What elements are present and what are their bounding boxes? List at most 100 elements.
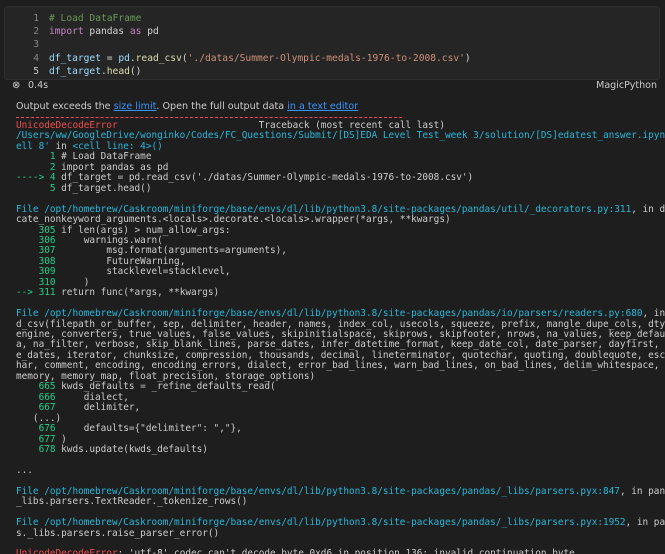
traceback-line: 667 delimiter, [16, 402, 656, 413]
traceback-line: UnicodeDecodeError Traceback (most recen… [16, 120, 656, 131]
traceback-line: ell 8' in <cell line: 4>() [16, 141, 656, 152]
traceback-text: 2 [16, 161, 56, 173]
line-number: 4 [33, 52, 39, 64]
traceback-text: 665 [16, 381, 56, 393]
language-indicator[interactable]: MagicPython [596, 80, 657, 91]
code-text: df_target.head() [49, 65, 141, 78]
traceback-line: _libs.parsers.TextReader._tokenize_rows(… [16, 496, 656, 507]
traceback-text: msg.format(arguments=arguments), [55, 245, 287, 257]
traceback-line: 676 defaults={"delimiter": ","}, [16, 423, 656, 434]
traceback-line: /Users/ww/GoogleDrive/wonginko/Codes/FC_… [16, 130, 665, 141]
traceback-line: UnicodeDecodeError: 'utf-8' codec can't … [16, 548, 656, 554]
traceback-line: s._libs.parsers.raise_parser_error() [16, 528, 656, 539]
traceback-text: 666 [16, 391, 56, 403]
traceback-text: File /opt/homebrew/Caskroom/miniforge/ba… [16, 308, 643, 320]
traceback-text: <cell line: 4>() [72, 140, 163, 152]
traceback-text: return func(*args, **kwargs) [55, 287, 220, 299]
traceback-text: : 'utf-8' codec can't decode byte 0xd6 i… [117, 548, 575, 554]
code-token: df_target [49, 65, 101, 77]
traceback-line: 306 warnings.warn( [16, 235, 656, 246]
traceback-text: , in pandas. [619, 485, 665, 497]
traceback-line: 2 import pandas as pd [16, 162, 656, 173]
traceback-text: ----> 4 [16, 172, 56, 184]
traceback-line [16, 454, 656, 465]
traceback-text: stacklevel=stacklevel, [55, 266, 231, 278]
output-notice: Output exceeds the size limit. Open the … [16, 101, 656, 112]
traceback-text: kwds_defaults = _refine_defaults_read( [55, 381, 276, 393]
traceback-line: 1 # Load DataFrame [16, 151, 656, 162]
traceback-text: delimiter, [55, 402, 141, 414]
code-editor[interactable]: 1 # Load DataFrame 2 import pandas as pd 3 4 d… [4, 6, 660, 80]
traceback-text: warnings.warn( [55, 234, 163, 246]
notice-middle: . Open the full output data [156, 101, 288, 112]
traceback-line: e_dates, iterator, chunksize, compressio… [16, 350, 665, 361]
traceback-line: 305 if len(args) > num_allow_args: [16, 225, 656, 236]
traceback-line: 307 msg.format(arguments=arguments), [16, 245, 656, 256]
traceback-text: e_dates, iterator, chunksize, compressio… [16, 349, 665, 361]
traceback-text: 667 [16, 402, 56, 414]
code-token: import [49, 26, 84, 38]
code-token: () [129, 65, 142, 77]
code-token: as [129, 26, 142, 38]
traceback-text: 305 [16, 224, 56, 236]
traceback-line: 5 df_target.head() [16, 183, 656, 194]
size-limit-link[interactable]: size limit [114, 101, 157, 112]
traceback-text: s._libs.parsers.raise_parser_error() [16, 527, 220, 539]
traceback-text: 5 [16, 182, 56, 194]
notebook-cell: 1 # Load DataFrame 2 import pandas as pd 3 4 d… [0, 0, 665, 94]
line-number: 2 [33, 26, 39, 38]
traceback-text: , in depre [631, 203, 665, 215]
traceback-line: har, comment, encoding, encoding_errors,… [16, 360, 659, 371]
traceback-separator [16, 117, 402, 118]
traceback-text: _libs.parsers.TextReader._tokenize_rows(… [16, 496, 248, 508]
traceback-text: UnicodeDecodeError [16, 120, 118, 131]
code-token: head [106, 65, 130, 77]
traceback-text: (...) [16, 412, 62, 424]
code-text: import pandas as pd [49, 25, 159, 38]
traceback-line [16, 298, 656, 309]
traceback-line: ----> 4 df_target = pd.read_csv('./datas… [16, 172, 656, 183]
traceback-text: ... [16, 464, 33, 476]
traceback-text: 310 [16, 276, 56, 288]
traceback-text: # Load DataFrame [55, 151, 152, 163]
traceback-text: 307 [16, 245, 56, 257]
traceback-text: kwds.update(kwds_defaults) [55, 443, 208, 455]
code-token: ) [464, 52, 471, 64]
traceback-text: cate_nonkeyword_arguments.<locals>.decor… [16, 214, 451, 226]
cell-output: Output exceeds the size limit. Open the … [0, 98, 665, 554]
traceback-line: a, na_filter, verbose, skip_blank_lines,… [16, 339, 659, 350]
line-number: 3 [33, 39, 39, 51]
traceback-line [16, 475, 656, 486]
traceback-text: 677 [16, 433, 56, 445]
traceback-line: memory, memory_map, float_precision, sto… [16, 371, 656, 382]
traceback-line: ... [16, 465, 656, 476]
traceback-text: defaults={"delimiter": ","}, [55, 423, 242, 435]
traceback-line [16, 193, 656, 204]
line-number: 1 [33, 13, 39, 24]
traceback-line: --> 311 return func(*args, **kwargs) [16, 287, 656, 298]
traceback-line: engine, converters, true_values, false_v… [16, 329, 665, 340]
traceback-text: 678 [16, 443, 56, 455]
code-token: pd [141, 26, 159, 38]
traceback-text: , in rea [642, 308, 665, 320]
traceback-line: File /opt/homebrew/Caskroom/miniforge/ba… [16, 486, 665, 497]
traceback-text: import pandas as pd [55, 161, 169, 173]
code-token: './datas/Summer-Olympic-medals-1976-to-2… [187, 52, 465, 64]
traceback-text: ell 8' [16, 140, 50, 152]
execution-time: 0.4s [28, 80, 49, 91]
traceback-text: --> 311 [16, 287, 56, 299]
traceback-line: 310 ) [16, 277, 656, 288]
traceback-line: File /opt/homebrew/Caskroom/miniforge/ba… [16, 308, 665, 320]
traceback-line: 677 ) [16, 434, 656, 445]
traceback-line: 308 FutureWarning, [16, 256, 656, 267]
traceback-text: , in panda [625, 517, 665, 529]
traceback-text: memory, memory_map, float_precision, sto… [16, 370, 316, 382]
traceback-line: 309 stacklevel=stacklevel, [16, 266, 656, 277]
open-text-editor-link[interactable]: in a text editor [287, 101, 358, 112]
traceback-text: if len(args) > num_allow_args: [55, 224, 231, 236]
cell-status-bar: ⊗ 0.4s MagicPython [0, 80, 665, 94]
code-token: = [100, 52, 119, 64]
traceback-text: Traceback (most recent call last) [117, 120, 445, 131]
traceback-line: 678 kwds.update(kwds_defaults) [16, 444, 656, 455]
clear-output-icon[interactable]: ⊗ [12, 80, 20, 91]
